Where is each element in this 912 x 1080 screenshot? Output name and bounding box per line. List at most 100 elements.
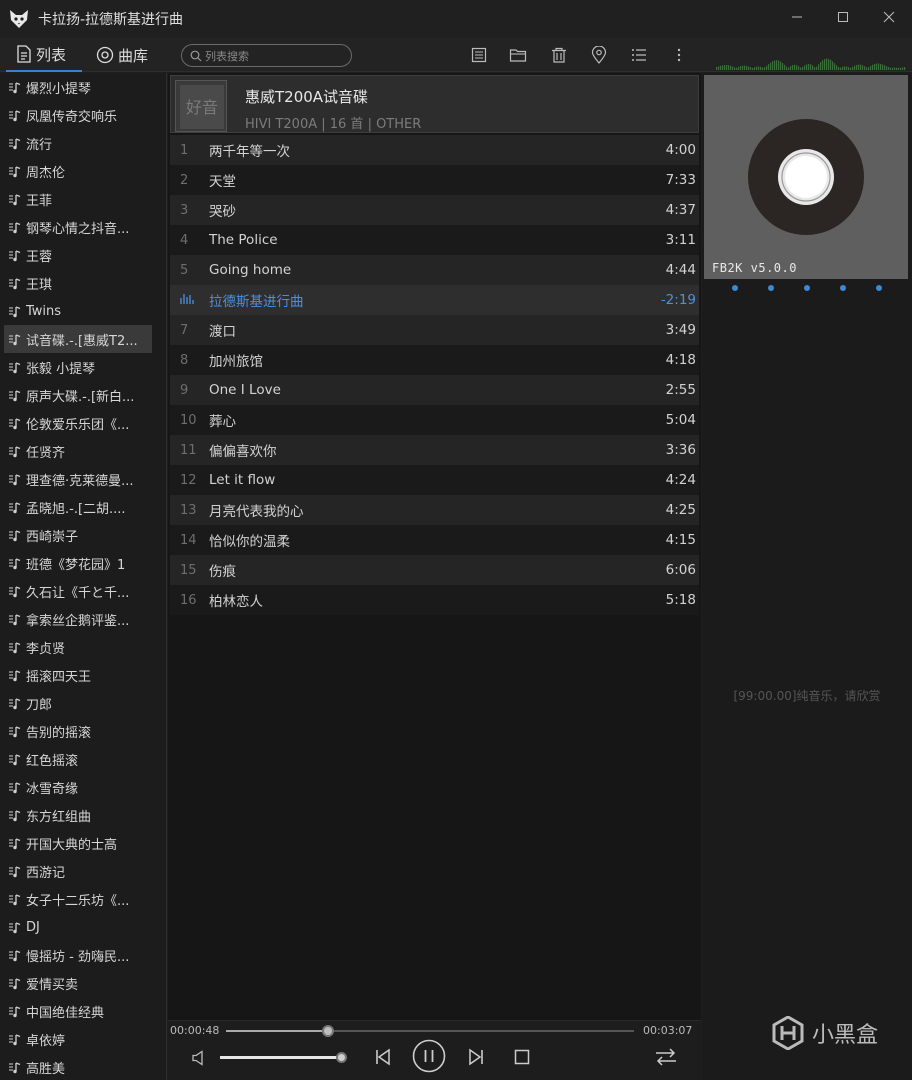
sidebar-item-label: 刀郎 bbox=[26, 697, 53, 713]
sidebar-item[interactable]: 流行 bbox=[0, 129, 166, 157]
sidebar-item[interactable]: 爱情买卖 bbox=[0, 969, 166, 997]
sidebar-item[interactable]: 周杰伦 bbox=[0, 157, 166, 185]
sidebar-item[interactable]: 中国绝佳经典 bbox=[0, 997, 166, 1025]
track-row[interactable]: 9 One I Love 2:55 bbox=[170, 375, 699, 405]
album-art-image: 好音 bbox=[176, 81, 226, 131]
track-row[interactable]: 10 葬心 5:04 bbox=[170, 405, 699, 435]
sidebar-item[interactable]: 任贤齐 bbox=[0, 437, 166, 465]
sidebar-item[interactable]: 钢琴心情之抖音... bbox=[0, 213, 166, 241]
maximize-button[interactable] bbox=[820, 0, 866, 34]
tab-library[interactable]: 曲库 bbox=[96, 38, 160, 72]
track-row[interactable]: 14 恰似你的温柔 4:15 bbox=[170, 525, 699, 555]
track-title: Let it flow bbox=[209, 472, 276, 488]
track-row[interactable]: 16 柏林恋人 5:18 bbox=[170, 585, 699, 615]
track-row[interactable]: 11 偏偏喜欢你 3:36 bbox=[170, 435, 699, 465]
track-title: The Police bbox=[209, 232, 278, 248]
track-row[interactable]: 拉德斯基进行曲 -2:19 bbox=[170, 285, 699, 315]
sidebar-item[interactable]: 西崎崇子 bbox=[0, 521, 166, 549]
sidebar-item[interactable]: 原声大碟.-.[新白... bbox=[0, 381, 166, 409]
sidebar-item[interactable]: 李贞贤 bbox=[0, 633, 166, 661]
track-title: 加州旅馆 bbox=[209, 354, 263, 370]
music-note-icon bbox=[9, 249, 21, 261]
sidebar-item[interactable]: 东方红组曲 bbox=[0, 801, 166, 829]
page-dot[interactable] bbox=[732, 285, 738, 291]
page-dot[interactable] bbox=[876, 285, 882, 291]
minimize-button[interactable] bbox=[774, 0, 820, 34]
close-button[interactable] bbox=[866, 0, 912, 34]
page-dot[interactable] bbox=[840, 285, 846, 291]
sidebar-item[interactable]: 凤凰传奇交响乐 bbox=[0, 101, 166, 129]
track-row[interactable]: 8 加州旅馆 4:18 bbox=[170, 345, 699, 375]
volume-handle[interactable] bbox=[335, 1052, 347, 1063]
spectrum-bar bbox=[890, 67, 892, 70]
sidebar-item[interactable]: 慢摇坊 - 劲嗨民... bbox=[0, 941, 166, 969]
track-row[interactable]: 12 Let it flow 4:24 bbox=[170, 465, 699, 495]
stop-button[interactable] bbox=[510, 1045, 534, 1069]
tab-list[interactable]: 列表 bbox=[6, 38, 82, 72]
sidebar-item[interactable]: 爆烈小提琴 bbox=[0, 73, 166, 101]
sidebar-item[interactable]: 冰雪奇缘 bbox=[0, 773, 166, 801]
sidebar-item[interactable]: 高胜美 bbox=[0, 1053, 166, 1080]
page-dot[interactable] bbox=[768, 285, 774, 291]
sidebar-item[interactable]: 王琪 bbox=[0, 269, 166, 297]
sidebar-item[interactable]: 孟晓旭.-.[二胡.... bbox=[0, 493, 166, 521]
sidebar-item[interactable]: 王蓉 bbox=[0, 241, 166, 269]
sidebar-item[interactable]: 刀郎 bbox=[0, 689, 166, 717]
spectrum-bar bbox=[756, 66, 758, 70]
sidebar-item[interactable]: 女子十二乐坊《... bbox=[0, 885, 166, 913]
pause-button[interactable] bbox=[412, 1039, 446, 1073]
volume-slider[interactable] bbox=[220, 1052, 347, 1063]
sidebar-item[interactable]: 试音碟.-.[惠威T2... bbox=[4, 325, 152, 353]
mute-button[interactable] bbox=[188, 1047, 210, 1069]
track-number: 1 bbox=[180, 142, 189, 158]
music-note-icon bbox=[9, 893, 21, 905]
sidebar-item[interactable]: Twins bbox=[0, 297, 166, 325]
spectrum-bar bbox=[774, 60, 776, 70]
sidebar-item[interactable]: 理查德·克莱德曼... bbox=[0, 465, 166, 493]
sidebar-item[interactable]: 红色摇滚 bbox=[0, 745, 166, 773]
sidebar-item[interactable]: 告别的摇滚 bbox=[0, 717, 166, 745]
track-title: 两千年等一次 bbox=[209, 144, 290, 160]
sidebar-item[interactable]: 摇滚四天王 bbox=[0, 661, 166, 689]
delete-button[interactable] bbox=[550, 46, 568, 64]
sidebar-item[interactable]: 张毅 小提琴 bbox=[0, 353, 166, 381]
page-dot[interactable] bbox=[804, 285, 810, 291]
sidebar-item[interactable]: 拿索丝企鹅评鉴... bbox=[0, 605, 166, 633]
spectrum-bar bbox=[858, 64, 860, 70]
seek-handle[interactable] bbox=[322, 1025, 334, 1037]
track-row[interactable]: 4 The Police 3:11 bbox=[170, 225, 699, 255]
list-view-button[interactable] bbox=[470, 46, 488, 64]
sidebar-item[interactable]: 开国大典的士高 bbox=[0, 829, 166, 857]
spectrum-bar bbox=[794, 64, 796, 70]
previous-button[interactable] bbox=[371, 1045, 395, 1069]
track-row[interactable]: 13 月亮代表我的心 4:25 bbox=[170, 495, 699, 525]
next-button[interactable] bbox=[464, 1045, 488, 1069]
sidebar-item[interactable]: 伦敦爱乐乐团《... bbox=[0, 409, 166, 437]
spectrum-bar bbox=[778, 60, 780, 70]
open-folder-button[interactable] bbox=[509, 46, 527, 64]
track-row[interactable]: 1 两千年等一次 4:00 bbox=[170, 135, 699, 165]
sidebar-item[interactable]: 王菲 bbox=[0, 185, 166, 213]
sidebar-item[interactable]: 久石让《千と千... bbox=[0, 577, 166, 605]
track-row[interactable]: 2 天堂 7:33 bbox=[170, 165, 699, 195]
track-row[interactable]: 7 渡口 3:49 bbox=[170, 315, 699, 345]
sidebar-item[interactable]: 西游记 bbox=[0, 857, 166, 885]
playlist-menu-button[interactable] bbox=[630, 46, 648, 64]
sidebar-item[interactable]: DJ bbox=[0, 913, 166, 941]
locate-button[interactable] bbox=[590, 46, 608, 64]
sidebar-item[interactable]: 班德《梦花园》1 bbox=[0, 549, 166, 577]
sidebar-item[interactable]: 卓依婷 bbox=[0, 1025, 166, 1053]
play-order-button[interactable] bbox=[653, 1045, 679, 1069]
search-input[interactable]: 列表搜索 bbox=[181, 44, 352, 67]
track-row[interactable]: 5 Going home 4:44 bbox=[170, 255, 699, 285]
spectrum-bar bbox=[790, 65, 792, 70]
track-title: 恰似你的温柔 bbox=[209, 534, 290, 550]
track-row[interactable]: 3 哭砂 4:37 bbox=[170, 195, 699, 225]
seek-slider[interactable] bbox=[226, 1025, 634, 1037]
track-row[interactable]: 15 伤痕 6:06 bbox=[170, 555, 699, 585]
more-options-button[interactable] bbox=[670, 46, 688, 64]
spectrum-bar bbox=[746, 65, 748, 70]
track-title: Going home bbox=[209, 262, 292, 278]
music-note-icon bbox=[9, 865, 21, 877]
spectrum-bar bbox=[742, 65, 744, 70]
